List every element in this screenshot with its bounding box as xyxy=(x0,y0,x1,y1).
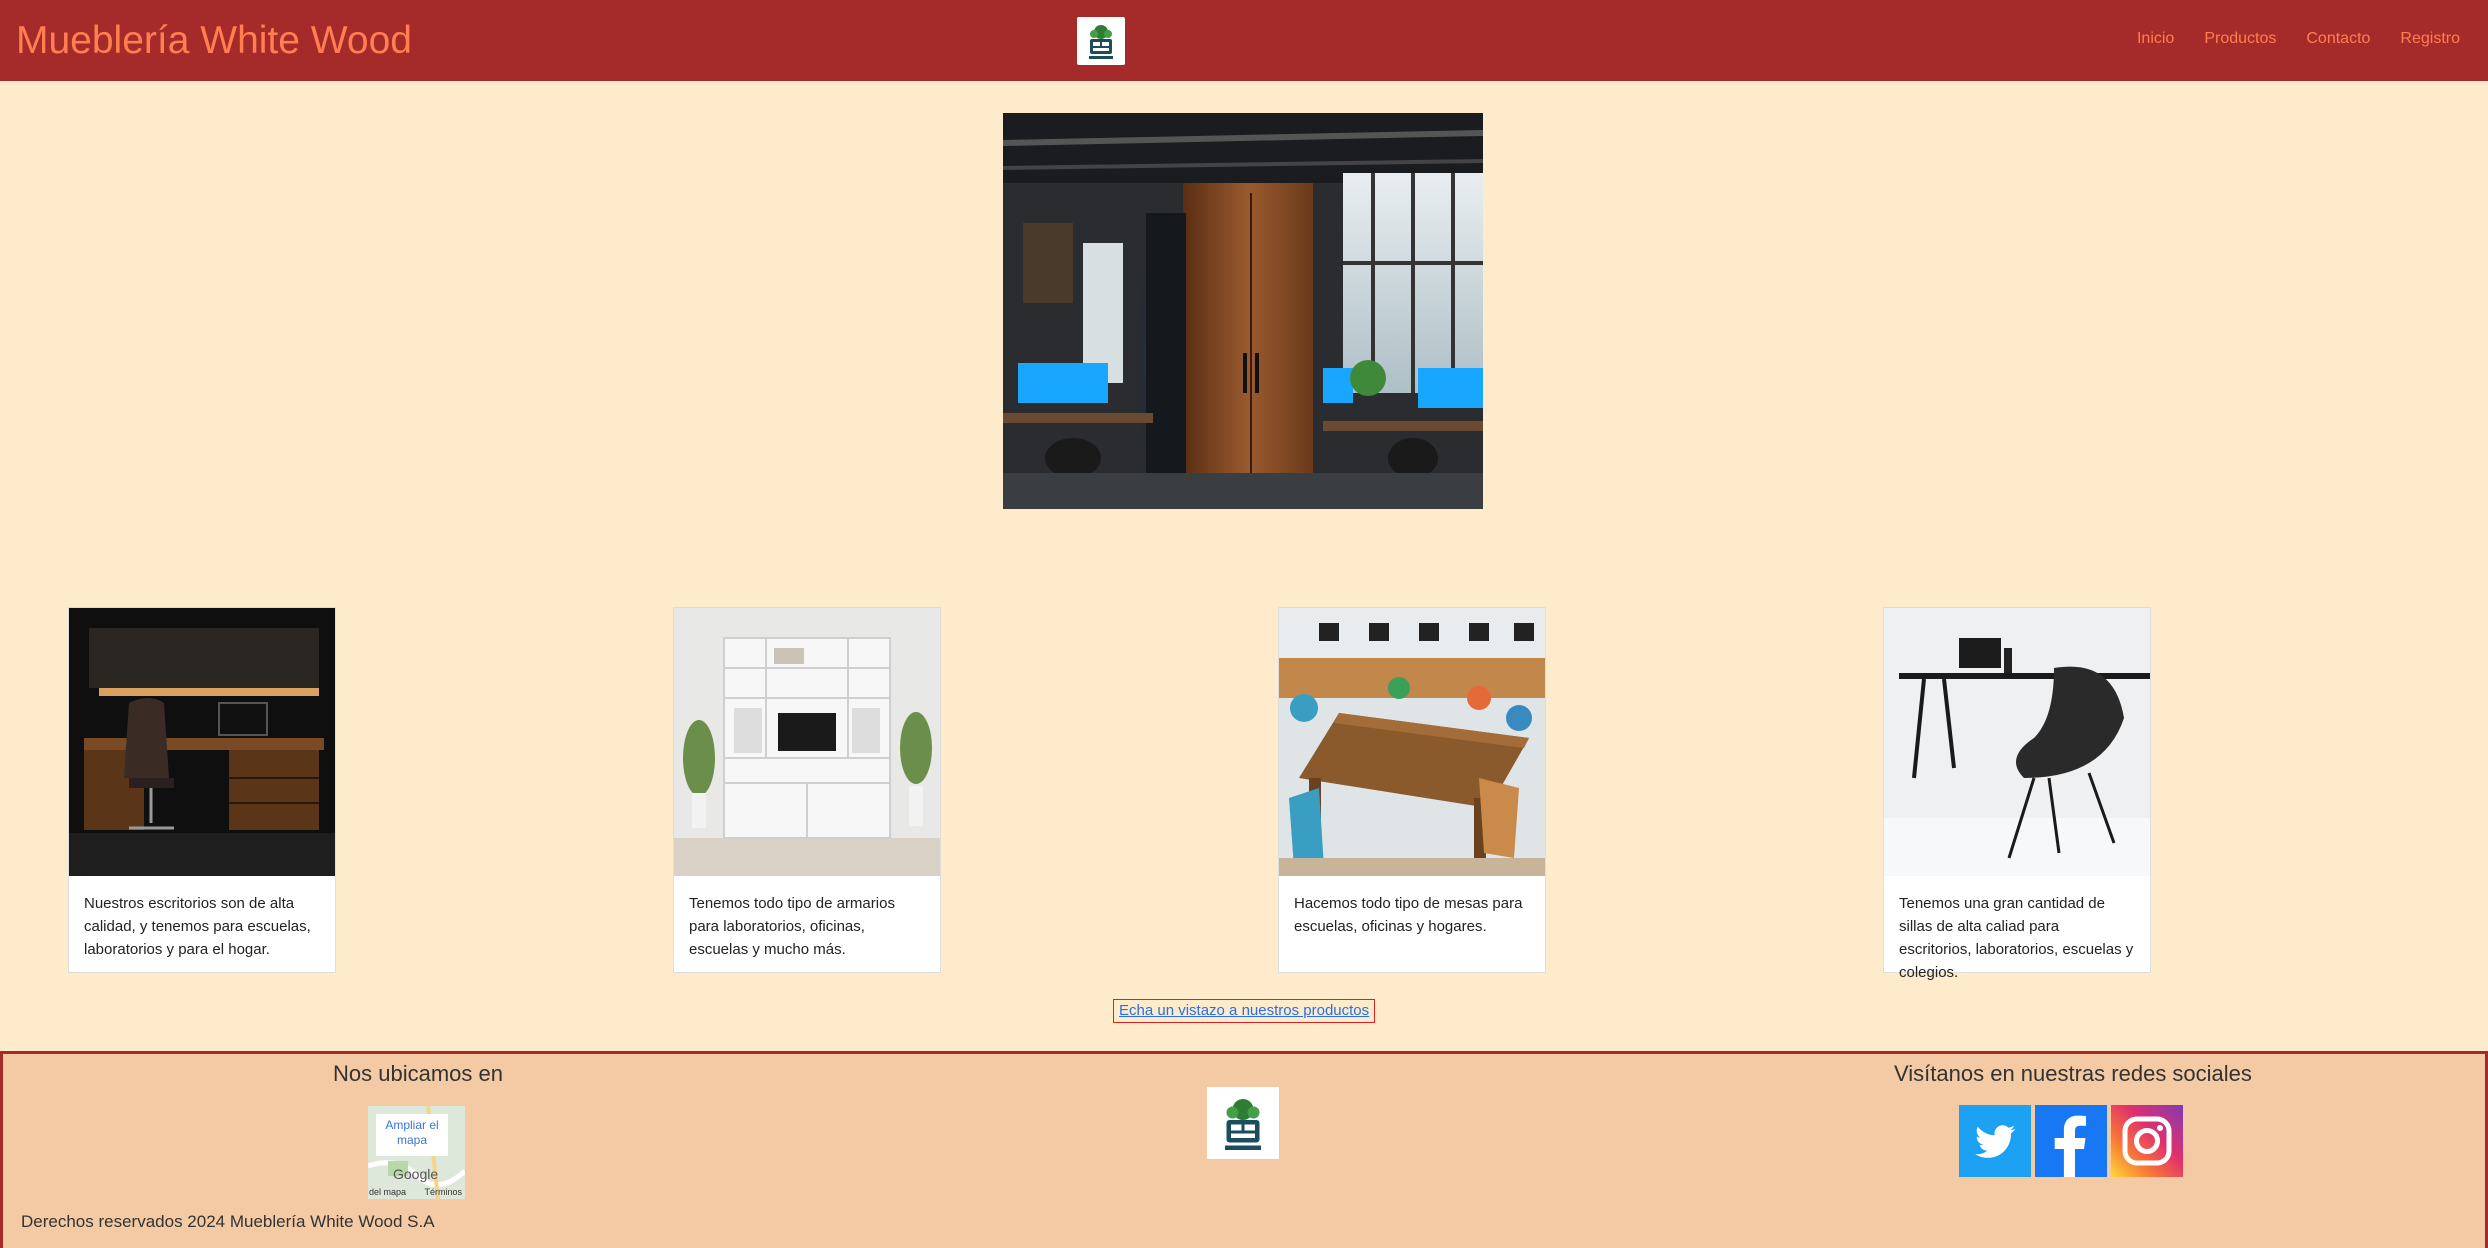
furniture-logo-icon xyxy=(1207,1087,1279,1159)
card-text: Nuestros escritorios son de alta calidad… xyxy=(84,895,311,958)
product-card-chairs: Tenemos una gran cantidad de sillas de a… xyxy=(1883,607,2151,981)
enlarge-map-link[interactable]: Ampliar el mapa xyxy=(376,1114,448,1156)
wooden-table-photo xyxy=(1279,608,1545,876)
nav-inicio[interactable]: Inicio xyxy=(2137,30,2174,48)
google-logo: Google xyxy=(393,1166,439,1182)
nav-contacto[interactable]: Contacto xyxy=(2306,30,2370,48)
social-title: Visítanos en nuestras redes sociales xyxy=(1894,1061,2252,1086)
product-card-desks: Nuestros escritorios son de alta calidad… xyxy=(68,607,336,973)
footer: Nos ubicamos en Ampliar el mapa Google d… xyxy=(0,1051,2488,1248)
hero-image xyxy=(1003,113,1483,509)
product-card-wardrobes: Tenemos todo tipo de armarios para labor… xyxy=(673,607,941,973)
location-title: Nos ubicamos en xyxy=(333,1061,503,1086)
social-links xyxy=(1959,1105,2183,1177)
card-text: Tenemos todo tipo de armarios para labor… xyxy=(689,895,895,958)
map-data-label[interactable]: del mapa xyxy=(369,1187,406,1197)
main-nav: Inicio Productos Contacto Registro xyxy=(2137,30,2460,48)
product-card-tables: Hacemos todo tipo de mesas para escuelas… xyxy=(1278,607,1546,973)
card-text: Hacemos todo tipo de mesas para escuelas… xyxy=(1294,895,1523,935)
copyright-text: Derechos reservados 2024 Mueblería White… xyxy=(21,1212,435,1231)
nav-registro[interactable]: Registro xyxy=(2400,30,2460,48)
desk-photo xyxy=(69,608,335,876)
shelving-unit-photo xyxy=(674,608,940,876)
card-text: Tenemos una gran cantidad de sillas de a… xyxy=(1899,895,2134,981)
furniture-logo-icon[interactable] xyxy=(1077,17,1125,65)
instagram-icon[interactable] xyxy=(2111,1105,2183,1177)
map-terms-link[interactable]: Términos xyxy=(424,1187,462,1197)
view-products-link[interactable]: Echa un vistazo a nuestros productos xyxy=(1113,999,1376,1023)
location-map[interactable]: Ampliar el mapa Google del mapa Términos xyxy=(368,1106,465,1199)
chair-photo xyxy=(1884,608,2150,876)
facebook-icon[interactable] xyxy=(2035,1105,2107,1177)
nav-productos[interactable]: Productos xyxy=(2204,30,2276,48)
brand-title[interactable]: Mueblería White Wood xyxy=(16,18,412,64)
top-navbar: Mueblería White Wood Inicio Productos Co… xyxy=(0,0,2488,81)
twitter-icon[interactable] xyxy=(1959,1105,2031,1177)
